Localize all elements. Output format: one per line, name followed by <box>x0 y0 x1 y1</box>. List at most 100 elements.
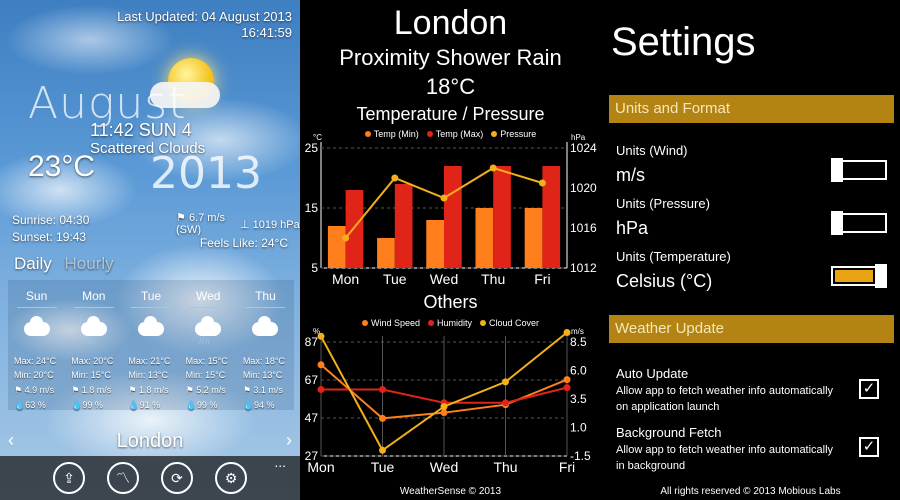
pressure-value: 1019 hPa <box>252 219 300 231</box>
rain-cloud-icon: //// <box>195 315 222 346</box>
wind-unit-value: m/s <box>616 165 645 185</box>
home-panel: Last Updated: 04 August 2013 16:41:59 Au… <box>0 0 300 500</box>
pressure-unit-value: hPa <box>616 218 649 238</box>
x-tick-label: Mon <box>332 271 359 287</box>
forecast-min: Min: 13°C <box>242 370 283 380</box>
y-left-tick: 87 <box>305 335 319 349</box>
day-underline <box>245 307 286 308</box>
data-point <box>317 361 325 369</box>
bar <box>475 208 494 268</box>
wind-flag-icon: ⚑ <box>185 385 197 395</box>
auto-update-title: Auto Update <box>616 366 689 381</box>
bar <box>345 190 364 268</box>
wind-speed: 6.7 m/s <box>188 212 226 224</box>
year-display: 2013 <box>150 148 262 199</box>
forecast-day-name: Thu <box>255 289 276 303</box>
day-underline <box>16 307 57 308</box>
wind-info: ⚑ 6.7 m/s (SW) <box>176 212 225 236</box>
wind-unit-toggle[interactable] <box>831 158 887 182</box>
auto-update-checkbox[interactable]: ✓ <box>859 379 879 399</box>
settings-button[interactable]: ⚙ <box>215 462 247 494</box>
chart-button[interactable]: 〽 <box>107 462 139 494</box>
more-options-icon[interactable]: ... <box>274 454 286 470</box>
rain-cloud-icon: //// <box>80 315 107 346</box>
forecast-min: Min: 20°C <box>14 370 54 380</box>
day-underline <box>73 307 114 308</box>
wind-direction: (SW) <box>176 224 202 236</box>
forecast-wind-value: 1.8 m/s <box>138 385 169 395</box>
others-chart: % m/s876747278.56.03.51.0-1.5Mon Tue Wed Thu… <box>305 327 591 475</box>
settings-title: Settings <box>611 20 756 64</box>
wind-flag-icon: ⚑ <box>14 385 25 395</box>
forecast-humidity: 💧94 % <box>243 400 275 410</box>
cloud-icon <box>23 315 50 336</box>
forecast-max: Max: 18°C <box>242 356 285 366</box>
forecast-day: Tue Max: 21°C Min: 13°C ⚑ 1.8 m/s 💧91 % <box>122 280 179 410</box>
pressure-unit-toggle[interactable] <box>831 211 887 235</box>
wind-flag-icon: ⚑ <box>128 385 139 395</box>
temp-unit-toggle[interactable] <box>831 264 887 288</box>
day-underline <box>188 307 229 308</box>
city-name[interactable]: London <box>0 430 300 453</box>
data-point <box>379 414 386 422</box>
forecast-humidity: 💧99 % <box>71 400 103 410</box>
raindrop-icon: 💧 <box>185 400 197 410</box>
share-button[interactable]: ⇪ <box>53 462 85 494</box>
data-point <box>489 164 497 172</box>
updated-label: Last Updated: 04 August 2013 <box>117 9 292 24</box>
tab-hourly[interactable]: Hourly <box>65 254 114 273</box>
tab-daily[interactable]: Daily <box>14 254 52 273</box>
refresh-button[interactable]: ⟳ <box>161 462 193 494</box>
data-point <box>563 384 571 392</box>
temp-unit-label: Units (Temperature) <box>616 249 731 264</box>
forecast-wind: ⚑ 1.8 m/s <box>128 385 168 395</box>
wind-flag-icon: ⚑ <box>176 212 186 224</box>
x-tick-label: Thu <box>493 459 517 475</box>
forecast-humidity: 💧91 % <box>128 400 160 410</box>
raindrop-icon: 💧 <box>71 400 83 410</box>
data-point <box>563 329 571 336</box>
refresh-icon: ⟳ <box>171 469 183 486</box>
current-temperature: 23°C <box>28 150 96 183</box>
background-fetch-checkbox[interactable]: ✓ <box>859 437 879 457</box>
share-icon: ⇪ <box>63 469 75 486</box>
forecast-humidity-value: 91 % <box>139 400 161 410</box>
background-fetch-title: Background Fetch <box>616 425 722 440</box>
data-point <box>502 399 509 407</box>
temp-unit-value: Celsius (°C) <box>616 271 713 291</box>
raindrop-icon: 💧 <box>128 400 140 410</box>
x-tick-label: Wed <box>430 271 459 287</box>
forecast-wind: ⚑ 1.8 m/s <box>71 385 111 395</box>
data-point <box>563 376 571 384</box>
x-tick-label: Wed <box>430 459 459 475</box>
raindrop-icon: 💧 <box>242 400 255 410</box>
forecast-wind-value: 4.9 m/s <box>24 385 55 395</box>
forecast-humidity-value: 99 % <box>82 400 103 410</box>
forecast-day: Sun Max: 24°C Min: 20°C ⚑ 4.9 m/s 💧63 % <box>8 280 65 410</box>
data-point <box>317 386 325 393</box>
forecast-humidity: 💧99 % <box>186 400 218 410</box>
y-left-tick: 15 <box>305 201 319 215</box>
feels-like: Feels Like: 24°C <box>199 236 288 250</box>
chart1-title: Temperature / Pressure <box>356 104 545 124</box>
x-tick-label: Thu <box>481 271 505 287</box>
y-right-tick: 8.5 <box>570 335 587 349</box>
bar <box>327 226 346 268</box>
temperature-pressure-chart: °C hPa251551024102010161012Mon Tue Wed Thu Fr… <box>305 133 597 287</box>
y-right-tick: 1.0 <box>570 421 587 435</box>
forecast-max: Max: 21°C <box>128 356 171 366</box>
next-city-icon[interactable]: › <box>286 430 292 451</box>
forecast-min: Min: 15°C <box>185 370 226 380</box>
data-point <box>502 378 509 386</box>
pressure-info: ⊥ 1019 hPa <box>240 218 300 231</box>
x-tick-label: Fri <box>534 271 550 287</box>
forecast-max: Max: 15°C <box>185 356 228 366</box>
forecast-day-name: Wed <box>195 289 221 303</box>
settings-panel: Settings Units and Format Units (Wind) m… <box>601 0 900 500</box>
data-point <box>391 174 399 182</box>
bar <box>426 220 444 268</box>
toggle-knob <box>875 264 887 288</box>
copyright: All rights reserved © 2013 Mobious Labs <box>660 486 841 497</box>
forecast-day: Thu Max: 18°C Min: 13°C ⚑ 3.1 m/s 💧94 % <box>237 280 294 410</box>
settings-icon: ⚙ <box>224 469 238 486</box>
